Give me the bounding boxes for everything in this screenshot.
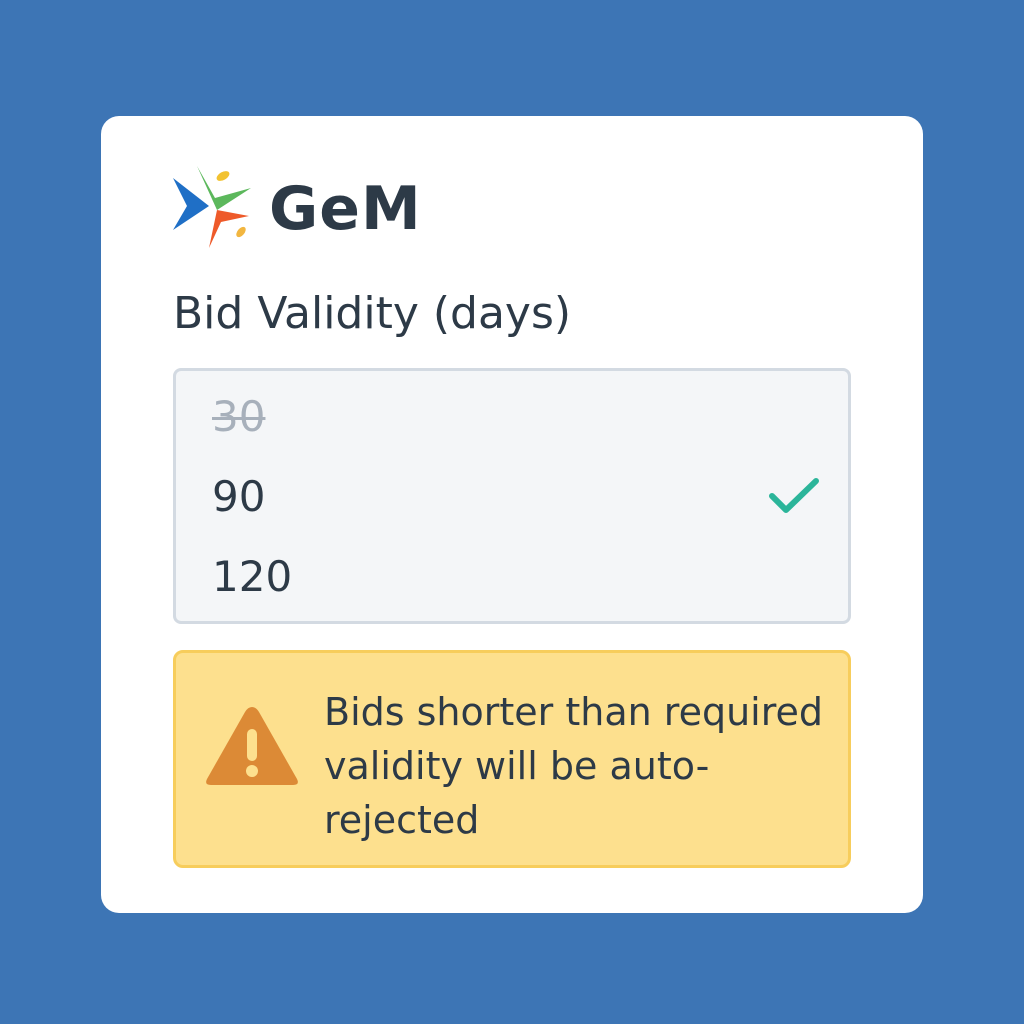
warning-alert: Bids shorter than required validity will… bbox=[173, 650, 851, 868]
gem-logo-icon bbox=[173, 166, 251, 248]
option-120[interactable]: 120 bbox=[176, 541, 848, 611]
brand-name: GeM bbox=[269, 174, 422, 244]
bid-validity-listbox[interactable]: 30 90 120 bbox=[173, 368, 851, 624]
bid-validity-card: GeM Bid Validity (days) 30 90 120 Bids s… bbox=[101, 116, 923, 913]
brand-header: GeM bbox=[171, 164, 422, 254]
field-label: Bid Validity (days) bbox=[173, 288, 572, 339]
option-30-disabled: 30 bbox=[176, 381, 848, 451]
alert-message: Bids shorter than required validity will… bbox=[324, 690, 824, 842]
option-label: 90 bbox=[212, 471, 266, 521]
warning-icon bbox=[206, 707, 298, 785]
checkmark-icon bbox=[769, 478, 819, 513]
option-label: 30 bbox=[212, 391, 266, 441]
option-label: 120 bbox=[212, 551, 293, 601]
option-90-selected[interactable]: 90 bbox=[176, 461, 848, 531]
